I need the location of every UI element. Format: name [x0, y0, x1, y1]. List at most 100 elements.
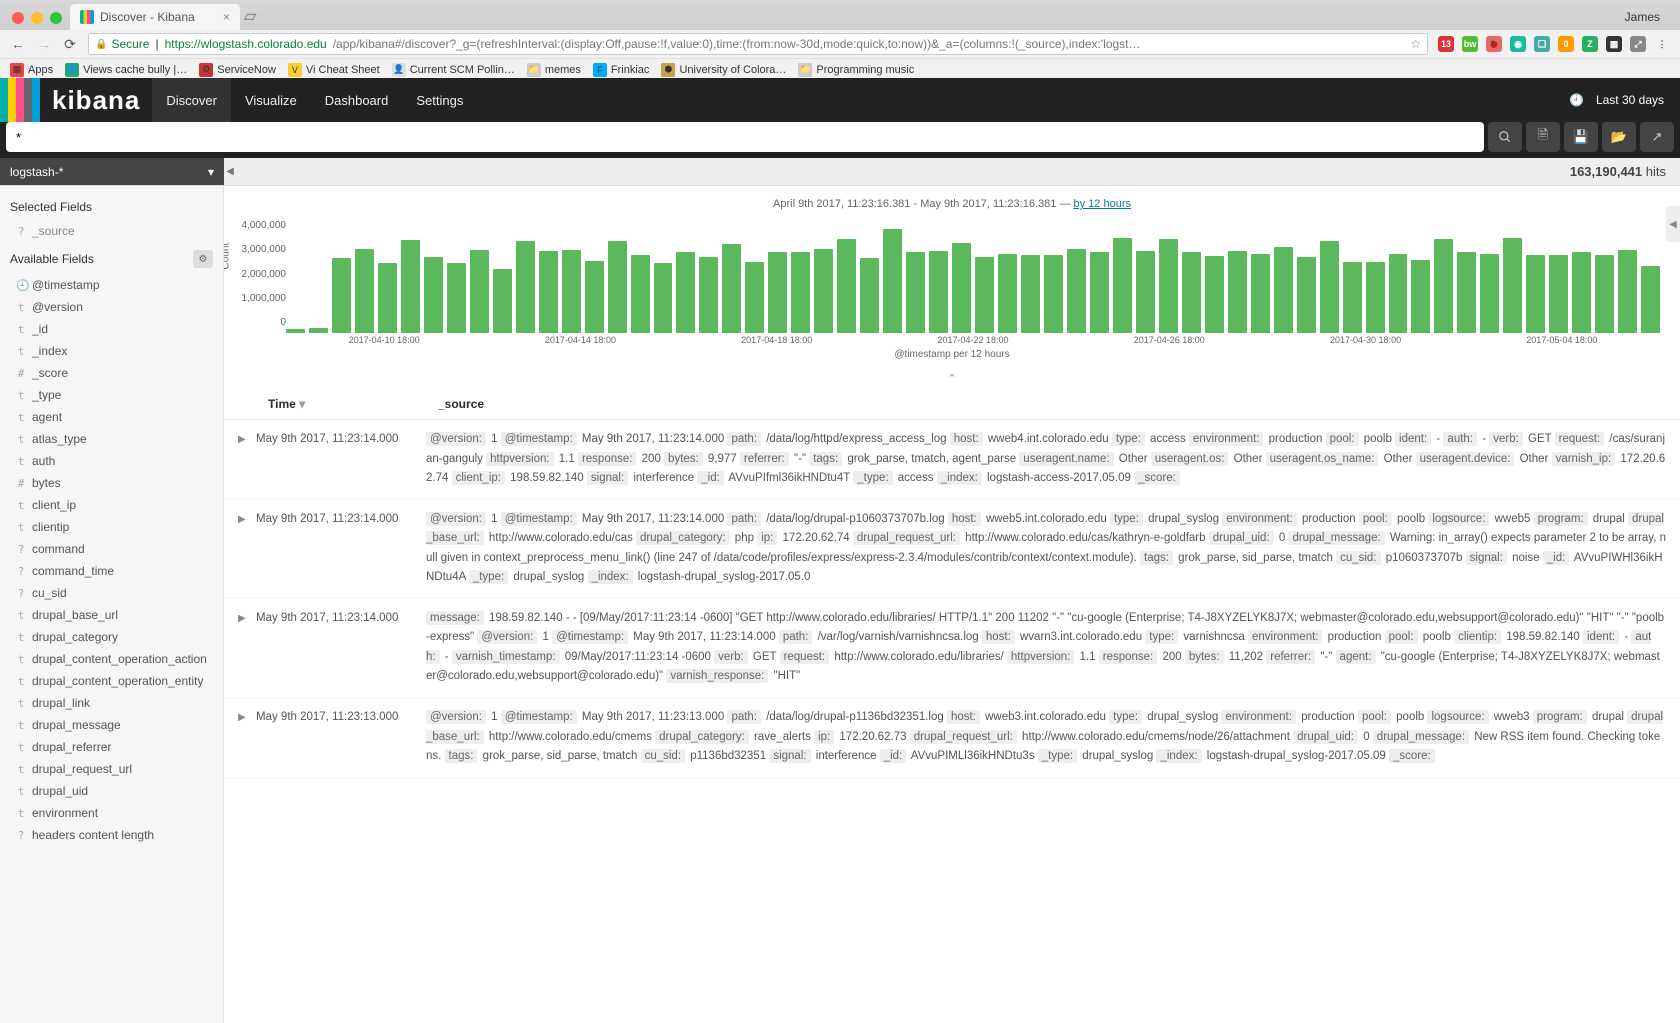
- field-drupal_referrer[interactable]: tdrupal_referrer: [0, 736, 223, 758]
- histogram-bar[interactable]: [1618, 250, 1637, 333]
- histogram-bar[interactable]: [631, 255, 650, 333]
- extension-icon[interactable]: 0: [1558, 36, 1574, 52]
- time-picker[interactable]: Last 30 days: [1596, 93, 1664, 107]
- bookmark-item[interactable]: FFrinkiac: [593, 63, 650, 77]
- field-_source[interactable]: ?_source: [0, 220, 223, 242]
- field-drupal_link[interactable]: tdrupal_link: [0, 692, 223, 714]
- field-command[interactable]: ?command: [0, 538, 223, 560]
- histogram-bar[interactable]: [493, 269, 512, 333]
- histogram-bar[interactable]: [975, 257, 994, 333]
- interval-link[interactable]: by 12 hours: [1074, 198, 1131, 210]
- extension-icon[interactable]: 13: [1438, 36, 1454, 52]
- field-atlas_type[interactable]: tatlas_type: [0, 428, 223, 450]
- field-drupal_uid[interactable]: tdrupal_uid: [0, 780, 223, 802]
- field-environment[interactable]: tenvironment: [0, 802, 223, 824]
- col-time-header[interactable]: Time ▾: [268, 397, 438, 411]
- histogram-bar[interactable]: [1526, 255, 1545, 333]
- extension-icon[interactable]: ▦: [1606, 36, 1622, 52]
- query-field[interactable]: [16, 130, 1474, 145]
- field-client_ip[interactable]: tclient_ip: [0, 494, 223, 516]
- histogram-bar[interactable]: [516, 241, 535, 333]
- histogram-bar[interactable]: [309, 328, 328, 333]
- query-input[interactable]: [6, 122, 1484, 152]
- collapse-sidebar-button[interactable]: ◀: [224, 166, 236, 177]
- histogram-bar[interactable]: [1159, 239, 1178, 333]
- histogram-bar[interactable]: [1067, 249, 1086, 333]
- field-drupal_message[interactable]: tdrupal_message: [0, 714, 223, 736]
- histogram-bar[interactable]: [1182, 252, 1201, 333]
- histogram-bar[interactable]: [1595, 255, 1614, 333]
- histogram-bar[interactable]: [355, 249, 374, 333]
- gear-icon[interactable]: ⚙: [193, 250, 213, 268]
- field-auth[interactable]: tauth: [0, 450, 223, 472]
- nav-tab-discover[interactable]: Discover: [152, 78, 231, 122]
- histogram-bar[interactable]: [1457, 252, 1476, 333]
- close-window-icon[interactable]: [12, 12, 24, 24]
- reload-button[interactable]: ⟳: [62, 36, 78, 53]
- histogram-bar[interactable]: [699, 257, 718, 333]
- histogram-bar[interactable]: [883, 229, 902, 333]
- histogram-bar[interactable]: [814, 249, 833, 333]
- histogram-bar[interactable]: [1251, 254, 1270, 333]
- index-pattern-selector[interactable]: logstash-* ▾: [0, 158, 224, 185]
- histogram-bar[interactable]: [1641, 266, 1660, 333]
- histogram-bar[interactable]: [654, 263, 673, 333]
- extension-icon[interactable]: ⤢: [1630, 36, 1646, 52]
- histogram-bar[interactable]: [1021, 255, 1040, 333]
- histogram-bar[interactable]: [470, 250, 489, 333]
- bookmark-item[interactable]: 📁Programming music: [798, 63, 914, 77]
- bookmark-item[interactable]: VVi Cheat Sheet: [288, 63, 380, 77]
- bookmark-item[interactable]: 👤Current SCM Pollin…: [392, 63, 515, 77]
- field-bytes[interactable]: #bytes: [0, 472, 223, 494]
- expand-row-button[interactable]: ▶: [238, 708, 256, 767]
- histogram-bar[interactable]: [1549, 255, 1568, 333]
- histogram-bar[interactable]: [1113, 238, 1132, 333]
- extension-icon[interactable]: ⋮: [1654, 36, 1670, 52]
- field-@version[interactable]: t@version: [0, 296, 223, 318]
- toggle-histogram-button[interactable]: ⌃: [224, 368, 1680, 389]
- col-source-header[interactable]: _source: [438, 397, 484, 411]
- extension-icon[interactable]: ❑: [1534, 36, 1550, 52]
- bookmark-item[interactable]: ⬢University of Colora…: [661, 63, 786, 77]
- histogram-bar[interactable]: [1205, 256, 1224, 333]
- field-_index[interactable]: t_index: [0, 340, 223, 362]
- extension-icon[interactable]: bw: [1462, 36, 1478, 52]
- histogram-bar[interactable]: [1503, 238, 1522, 333]
- bookmark-item[interactable]: 🌀Views cache bully |…: [65, 63, 187, 77]
- search-button[interactable]: [1488, 122, 1522, 152]
- field-clientip[interactable]: tclientip: [0, 516, 223, 538]
- histogram-bar[interactable]: [860, 258, 879, 333]
- save-search-button[interactable]: 💾: [1564, 122, 1598, 152]
- histogram-bar[interactable]: [332, 258, 351, 333]
- new-search-button[interactable]: 🗎: [1526, 122, 1560, 152]
- histogram-bar[interactable]: [906, 252, 925, 333]
- histogram-bar[interactable]: [791, 252, 810, 333]
- histogram-bar[interactable]: [378, 263, 397, 333]
- histogram-bar[interactable]: [1411, 260, 1430, 333]
- histogram-bar[interactable]: [722, 244, 741, 333]
- expand-row-button[interactable]: ▶: [238, 510, 256, 588]
- address-bar[interactable]: Secure | https://wlogstash.colorado.edu/…: [88, 33, 1428, 55]
- field-@timestamp[interactable]: 🕘@timestamp: [0, 274, 223, 296]
- histogram-chart[interactable]: Count 4,000,0003,000,0002,000,0001,000,0…: [224, 214, 1680, 333]
- field-drupal_content_operation_action[interactable]: tdrupal_content_operation_action: [0, 648, 223, 670]
- histogram-bar[interactable]: [562, 250, 581, 333]
- nav-tab-settings[interactable]: Settings: [402, 78, 477, 122]
- histogram-bar[interactable]: [1297, 257, 1316, 333]
- bookmark-item[interactable]: 📁memes: [527, 63, 581, 77]
- histogram-bar[interactable]: [447, 263, 466, 333]
- field-agent[interactable]: tagent: [0, 406, 223, 428]
- histogram-bar[interactable]: [424, 257, 443, 333]
- histogram-bar[interactable]: [401, 240, 420, 333]
- expand-row-button[interactable]: ▶: [238, 609, 256, 687]
- field-command_time[interactable]: ?command_time: [0, 560, 223, 582]
- histogram-bar[interactable]: [837, 239, 856, 333]
- histogram-bar[interactable]: [1572, 252, 1591, 333]
- histogram-bar[interactable]: [1389, 254, 1408, 333]
- histogram-bar[interactable]: [539, 251, 558, 333]
- histogram-bar[interactable]: [1136, 251, 1155, 333]
- back-button[interactable]: ←: [10, 36, 26, 52]
- histogram-bar[interactable]: [1320, 241, 1339, 333]
- histogram-bar[interactable]: [1480, 254, 1499, 333]
- nav-tab-dashboard[interactable]: Dashboard: [311, 78, 403, 122]
